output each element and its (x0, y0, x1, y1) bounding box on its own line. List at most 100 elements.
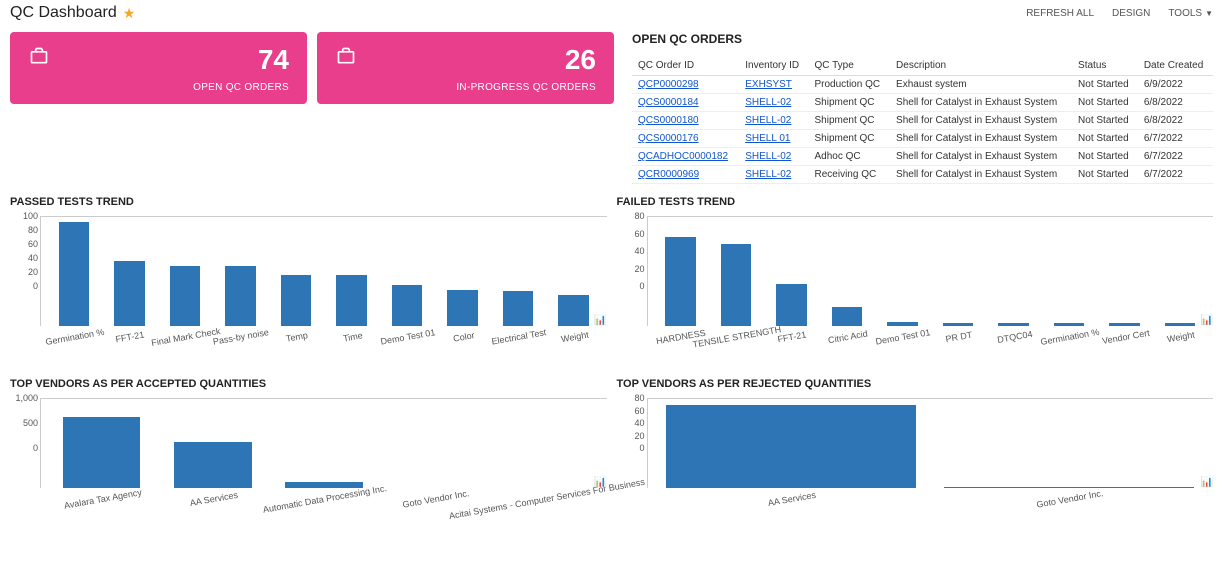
kpi-open-orders[interactable]: 74 OPEN QC ORDERS (10, 32, 307, 104)
bar-slot: Demo Test 01 (379, 217, 435, 326)
bar[interactable] (285, 482, 363, 488)
x-label: AA Services (767, 490, 817, 508)
bar-slot: AA Services (157, 399, 268, 488)
chart-title: TOP VENDORS AS PER ACCEPTED QUANTITIES (10, 378, 607, 390)
tools-label: TOOLS (1168, 8, 1202, 19)
bar[interactable] (1165, 323, 1196, 326)
bar[interactable] (887, 322, 918, 326)
order-id-link[interactable]: QCS0000180 (638, 115, 699, 126)
bar[interactable] (776, 284, 807, 326)
qc-type-cell: Shipment QC (809, 130, 891, 148)
bar[interactable] (63, 417, 141, 488)
bar-slot: Goto Vendor Inc. (930, 399, 1208, 488)
bar-slot: HARDNESS (653, 217, 709, 326)
bar-slot: Final Mark Check (157, 217, 213, 326)
bar[interactable] (503, 291, 534, 326)
bar[interactable] (225, 266, 256, 326)
refresh-all-button[interactable]: REFRESH ALL (1026, 8, 1094, 19)
bar[interactable] (281, 275, 312, 326)
kpi-value: 26 (456, 46, 596, 74)
order-id-link[interactable]: QCADHOC0000182 (638, 151, 728, 162)
chart-config-icon[interactable]: 📊 (1201, 477, 1213, 488)
y-tick: 80 (634, 393, 644, 403)
x-label: Weight (1166, 330, 1195, 345)
failed-tests-chart: FAILED TESTS TREND020406080HARDNESSTENSI… (617, 196, 1214, 366)
x-label: Demo Test 01 (875, 327, 931, 346)
bar[interactable] (59, 222, 90, 326)
chart-config-icon[interactable]: 📊 (594, 315, 606, 326)
table-row: QCADHOC0000182SHELL-02Adhoc QCShell for … (632, 148, 1213, 166)
tools-menu[interactable]: TOOLS ▼ (1168, 8, 1213, 19)
inventory-id-link[interactable]: SHELL-02 (745, 97, 791, 108)
order-id-link[interactable]: QCP0000298 (638, 79, 699, 90)
bar-slot: Acitai Systems - Computer Services For B… (490, 399, 601, 488)
chart-plot-area: AA ServicesGoto Vendor Inc. (647, 398, 1214, 488)
bar[interactable] (943, 323, 974, 326)
bar[interactable] (666, 405, 916, 488)
y-axis: 020406080 (617, 216, 647, 286)
bar[interactable] (392, 285, 423, 326)
bar[interactable] (832, 307, 863, 326)
bar[interactable] (721, 244, 752, 326)
date-cell: 6/7/2022 (1138, 130, 1213, 148)
bar-slot: Temp (268, 217, 324, 326)
bar-slot: Pass-by noise (213, 217, 269, 326)
column-header[interactable]: Description (890, 56, 1072, 76)
inventory-id-link[interactable]: SHELL-02 (745, 115, 791, 126)
orders-table: QC Order IDInventory IDQC TypeDescriptio… (632, 56, 1213, 184)
y-tick: 0 (639, 281, 644, 291)
x-label: PR DT (945, 330, 973, 345)
bar[interactable] (1054, 323, 1085, 326)
order-id-link[interactable]: QCS0000176 (638, 133, 699, 144)
y-tick: 60 (634, 406, 644, 416)
bar[interactable] (174, 442, 252, 488)
chart-title: PASSED TESTS TREND (10, 196, 607, 208)
chart-config-icon[interactable]: 📊 (1201, 315, 1213, 326)
bar-slot: PR DT (930, 217, 986, 326)
y-tick: 0 (33, 443, 38, 453)
y-tick: 20 (28, 267, 38, 277)
inventory-id-link[interactable]: SHELL-02 (745, 151, 791, 162)
bar-slot: TENSILE STRENGTH (708, 217, 764, 326)
qc-type-cell: Receiving QC (809, 166, 891, 184)
x-label: Pass-by noise (213, 327, 270, 347)
date-cell: 6/9/2022 (1138, 76, 1213, 94)
x-label: Germination % (44, 327, 104, 347)
passed-tests-chart: PASSED TESTS TREND020406080100Germinatio… (10, 196, 607, 366)
chart-config-icon[interactable]: 📊 (594, 477, 606, 488)
description-cell: Shell for Catalyst in Exhaust System (890, 166, 1072, 184)
bar[interactable] (1109, 323, 1140, 326)
column-header[interactable]: Inventory ID (739, 56, 808, 76)
bar[interactable] (336, 275, 367, 326)
bar[interactable] (114, 261, 145, 326)
date-cell: 6/8/2022 (1138, 94, 1213, 112)
bar[interactable] (944, 487, 1194, 488)
inventory-id-link[interactable]: SHELL-02 (745, 169, 791, 180)
bar-slot: Electrical Test (490, 217, 546, 326)
bar[interactable] (998, 323, 1029, 326)
bar[interactable] (447, 290, 478, 326)
status-cell: Not Started (1072, 112, 1138, 130)
x-label: Time (342, 330, 363, 343)
order-id-link[interactable]: QCS0000184 (638, 97, 699, 108)
kpi-inprogress-orders[interactable]: 26 IN-PROGRESS QC ORDERS (317, 32, 614, 104)
column-header[interactable]: QC Order ID (632, 56, 739, 76)
favorite-star-icon[interactable]: ★ (123, 5, 136, 22)
column-header[interactable]: QC Type (809, 56, 891, 76)
column-header[interactable]: Date Created (1138, 56, 1213, 76)
bar[interactable] (558, 295, 589, 326)
x-label: FFT-21 (777, 329, 807, 344)
y-tick: 20 (634, 264, 644, 274)
x-label: Weight (560, 330, 589, 345)
bar[interactable] (170, 266, 201, 326)
inventory-id-link[interactable]: EXHSYST (745, 79, 792, 90)
design-button[interactable]: DESIGN (1112, 8, 1150, 19)
column-header[interactable]: Status (1072, 56, 1138, 76)
bar[interactable] (665, 237, 696, 326)
bar-slot: Weight (546, 217, 602, 326)
briefcase-icon (335, 46, 357, 72)
kpi-label: OPEN QC ORDERS (193, 82, 289, 93)
order-id-link[interactable]: QCR0000969 (638, 169, 699, 180)
y-axis: 05001,000 (10, 398, 40, 448)
inventory-id-link[interactable]: SHELL 01 (745, 133, 790, 144)
